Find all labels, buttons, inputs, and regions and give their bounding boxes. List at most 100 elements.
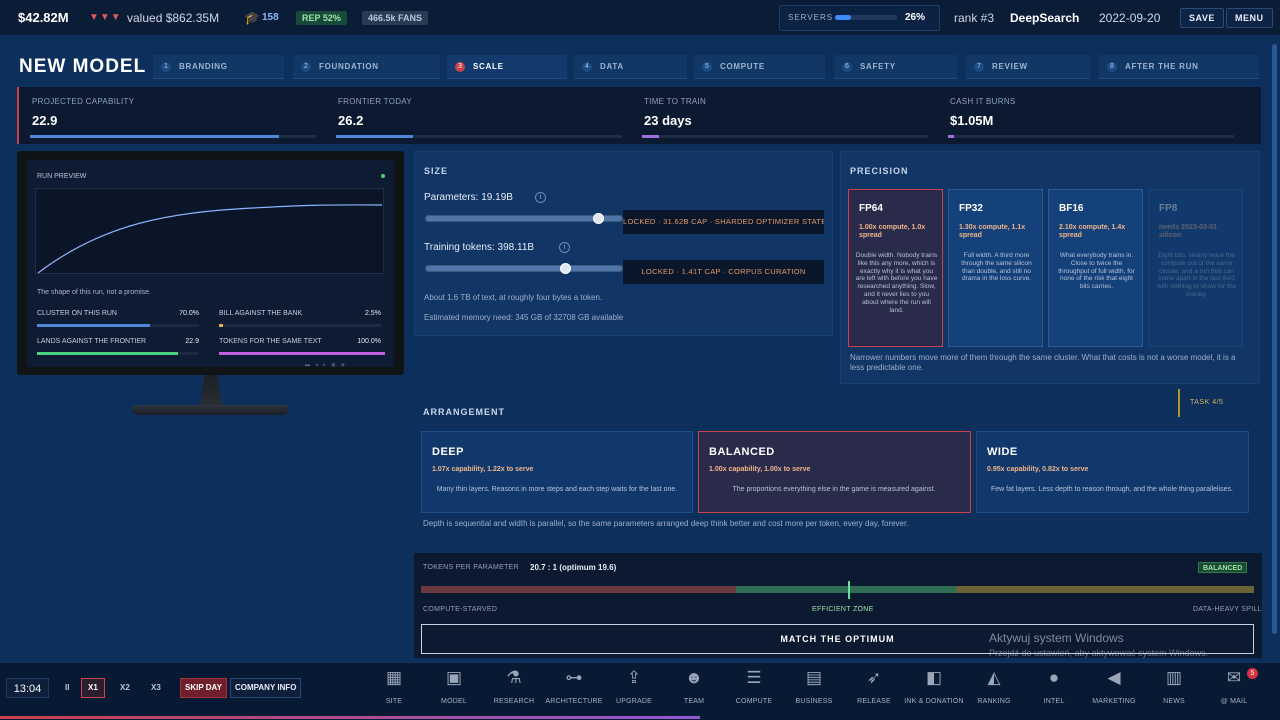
ranking-icon: ◭ bbox=[987, 668, 1001, 687]
stat-bar-fill bbox=[642, 135, 660, 138]
parameters-slider-thumb[interactable] bbox=[593, 213, 604, 224]
nav-label: RESEARCH bbox=[493, 698, 535, 705]
menu-button[interactable]: MENU bbox=[1226, 8, 1273, 28]
tab-review[interactable]: 7 REVIEW bbox=[966, 55, 1090, 79]
pause-button[interactable]: II bbox=[58, 678, 76, 698]
servers-percent: 26% bbox=[905, 12, 926, 23]
run-preview-caption: The shape of this run, not a promise. bbox=[37, 289, 152, 296]
company-valuation: valued $862.35M bbox=[127, 11, 220, 25]
stat-value: 23 days bbox=[644, 113, 692, 128]
metric-bar-fill bbox=[219, 352, 385, 355]
metric-value: 2.5% bbox=[365, 310, 381, 317]
nav-team[interactable]: ☻ TEAM bbox=[664, 663, 724, 720]
speed-x1-button[interactable]: X1 bbox=[81, 678, 105, 698]
tab-branding[interactable]: 1 BRANDING bbox=[153, 55, 284, 79]
tab-compute[interactable]: 5 COMPUTE bbox=[694, 55, 825, 79]
team-icon: ☻ bbox=[685, 668, 703, 687]
mail-icon: ✉ bbox=[1226, 668, 1242, 687]
step-number: 6 bbox=[842, 62, 852, 72]
parameters-slider[interactable] bbox=[425, 213, 623, 224]
run-preview-plot bbox=[35, 188, 384, 274]
precision-card-fp64[interactable]: FP64 1.00x compute, 1.0x spread Double w… bbox=[848, 189, 943, 347]
tab-scale[interactable]: 3 SCALE bbox=[447, 55, 567, 79]
staff-count: 158 bbox=[262, 12, 279, 23]
nav-release[interactable]: ➶ RELEASE bbox=[844, 663, 904, 720]
stat-label: FRONTIER TODAY bbox=[338, 97, 412, 106]
precision-cost: 2.10x compute, 1.4x spread bbox=[1059, 224, 1126, 239]
precision-card-fp8: FP8 needs 2023-03-01 silicon Eight bits.… bbox=[1148, 189, 1243, 347]
nav-upgrade[interactable]: ⇪ UPGRADE bbox=[604, 663, 664, 720]
tab-data[interactable]: 4 DATA bbox=[574, 55, 687, 79]
precision-cost: needs 2023-03-01 silicon bbox=[1159, 224, 1217, 239]
speed-x2-button[interactable]: X2 bbox=[113, 678, 137, 698]
info-icon[interactable]: i bbox=[535, 192, 546, 203]
nav-label: SITE bbox=[385, 698, 403, 705]
stat-label: PROJECTED CAPABILITY bbox=[32, 97, 135, 106]
company-rank: rank #3 bbox=[954, 11, 995, 25]
step-label: BRANDING bbox=[179, 62, 228, 71]
nav-research[interactable]: ⚗ RESEARCH bbox=[484, 663, 544, 720]
tab-safety[interactable]: 6 SAFETY bbox=[834, 55, 957, 79]
nav-architecture[interactable]: ⊶ ARCHITECTURE bbox=[544, 663, 604, 720]
nav-model[interactable]: ▣ MODEL bbox=[424, 663, 484, 720]
nav-compute[interactable]: ☰ COMPUTE bbox=[724, 663, 784, 720]
stat-value: 22.9 bbox=[32, 113, 58, 128]
speed-x3-button[interactable]: X3 bbox=[144, 678, 168, 698]
nav-business[interactable]: ▤ BUSINESS bbox=[784, 663, 844, 720]
step-label: COMPUTE bbox=[720, 62, 765, 71]
arrangement-name: WIDE bbox=[987, 446, 1018, 458]
building-icon: ▦ bbox=[385, 668, 403, 687]
training-tokens-slider[interactable] bbox=[425, 263, 623, 274]
step-label: REVIEW bbox=[992, 62, 1028, 71]
precision-card-fp32[interactable]: FP32 1.30x compute, 1.1x spread Full wid… bbox=[948, 189, 1043, 347]
nav-news[interactable]: ▥ NEWS bbox=[1144, 663, 1204, 720]
training-tokens-slider-thumb[interactable] bbox=[560, 263, 571, 274]
arrangement-card-balanced[interactable]: BALANCED 1.00x capability, 1.00x to serv… bbox=[698, 431, 971, 513]
step-label: SCALE bbox=[473, 62, 504, 71]
run-preview-monitor: RUN PREVIEW The shape of this run, not a… bbox=[17, 151, 404, 375]
graduation-cap-icon: 🎓 bbox=[244, 10, 261, 25]
step-label: FOUNDATION bbox=[319, 62, 379, 71]
nav-marketing[interactable]: ◀ MARKETING bbox=[1084, 663, 1144, 720]
precision-card-bf16[interactable]: BF16 2.10x compute, 1.4x spread What eve… bbox=[1048, 189, 1143, 347]
stat-bar bbox=[642, 135, 928, 138]
arrangement-card-wide[interactable]: WIDE 0.95x capability, 0.82x to serve Fe… bbox=[976, 431, 1249, 513]
upgrade-icon: ⇪ bbox=[626, 668, 642, 687]
cash-balance: $42.82M bbox=[18, 10, 69, 25]
scrollbar-thumb[interactable] bbox=[1272, 44, 1277, 634]
top-bar: $42.82M ▼▼▼ valued $862.35M 🎓 158 REP 52… bbox=[0, 0, 1280, 36]
task-progress-badge: TASK 4/5 bbox=[1178, 389, 1258, 417]
newspaper-icon: ▥ bbox=[1165, 668, 1183, 687]
save-button[interactable]: SAVE bbox=[1180, 8, 1224, 28]
info-icon[interactable]: i bbox=[559, 242, 570, 253]
scrollbar[interactable] bbox=[1272, 44, 1277, 654]
metric-bar bbox=[219, 352, 385, 355]
tpp-marker bbox=[848, 581, 850, 599]
step-number: 7 bbox=[974, 62, 984, 72]
metric-label: LANDS AGAINST THE FRONTIER bbox=[37, 338, 147, 345]
run-preview-title: RUN PREVIEW bbox=[37, 173, 87, 180]
arrangement-card-deep[interactable]: DEEP 1.07x capability, 1.22x to serve Ma… bbox=[421, 431, 693, 513]
nav-ink-donation[interactable]: ◧ INK & DONATION bbox=[904, 663, 964, 720]
run-curve-line bbox=[37, 204, 383, 274]
nav-site[interactable]: ▦ SITE bbox=[364, 663, 424, 720]
training-tokens-label: Training tokens: 398.11B bbox=[424, 242, 535, 253]
company-info-button[interactable]: COMPANY INFO bbox=[230, 678, 302, 698]
metric-bar bbox=[37, 324, 199, 327]
skip-day-button[interactable]: SKIP DAY bbox=[180, 678, 227, 698]
tab-after-the-run[interactable]: 8 AFTER THE RUN bbox=[1099, 55, 1259, 79]
taskbar-icons: ▬ ◂ ▸ ◉ ◈ bbox=[305, 362, 347, 368]
tpp-segment-starved bbox=[421, 586, 736, 593]
precision-name: FP64 bbox=[859, 203, 883, 214]
tab-foundation[interactable]: 2 FOUNDATION bbox=[293, 55, 440, 79]
arrangement-cost: 1.00x capability, 1.00x to serve bbox=[709, 466, 811, 473]
stats-strip: PROJECTED CAPABILITY 22.9 FRONTIER TODAY… bbox=[17, 87, 1261, 144]
nav-intel[interactable]: ● INTEL bbox=[1024, 663, 1084, 720]
step-label: AFTER THE RUN bbox=[1125, 62, 1199, 71]
stat-bar-fill bbox=[336, 135, 414, 138]
nav-label: BUSINESS bbox=[795, 698, 833, 705]
nav-ranking[interactable]: ◭ RANKING bbox=[964, 663, 1024, 720]
chip-icon: ▣ bbox=[445, 668, 463, 687]
servers-bar bbox=[835, 15, 897, 20]
windows-activation-hint: Przejdź do ustawień, aby aktywować syste… bbox=[989, 648, 1209, 658]
